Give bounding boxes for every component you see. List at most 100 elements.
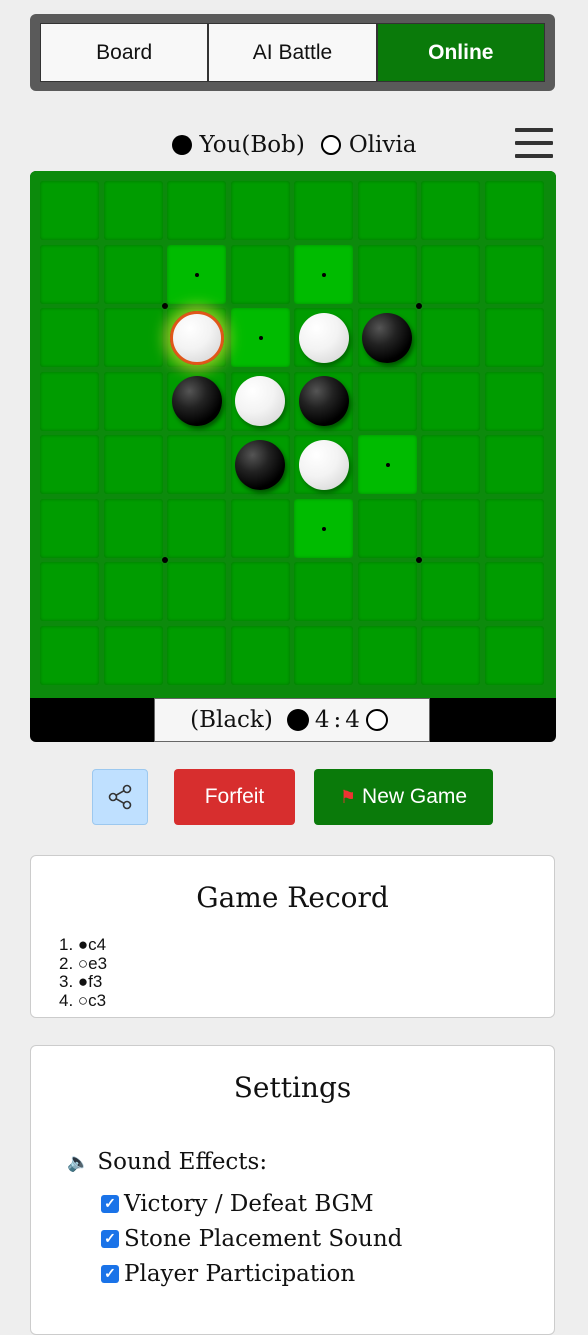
checkbox-stone-sound[interactable]: ✓ <box>101 1229 119 1248</box>
white-stone-icon <box>365 709 388 731</box>
board-cell-f1[interactable] <box>357 181 417 240</box>
white-stone <box>298 439 349 490</box>
black-stone <box>171 376 222 426</box>
option-stone-sound[interactable]: ✓ Stone Placement Sound <box>101 1221 402 1256</box>
mode-tab-bar: Board AI Battle Online <box>30 14 555 91</box>
board-cell-d1[interactable] <box>230 181 290 240</box>
board-cell-g8[interactable] <box>421 625 480 685</box>
tab-online[interactable]: Online <box>376 23 545 82</box>
board-cell-g2[interactable] <box>421 244 480 304</box>
board-cell-a5[interactable] <box>40 435 99 494</box>
new-game-button[interactable]: ⚑ New Game <box>314 769 493 825</box>
board-cell-d7[interactable] <box>230 562 290 621</box>
board-cell-d3[interactable] <box>230 308 290 367</box>
board-cell-e1[interactable] <box>294 181 353 240</box>
sound-effects-label: Sound Effects: <box>97 1149 268 1175</box>
board-cell-f2[interactable] <box>357 244 417 304</box>
black-stone <box>298 376 349 426</box>
option-player-participation[interactable]: ✓ Player Participation <box>101 1256 402 1291</box>
board-cell-g7[interactable] <box>421 562 480 621</box>
new-game-label: New Game <box>362 785 468 808</box>
checkbox-player-participation[interactable]: ✓ <box>101 1264 119 1283</box>
player-white-name: Olivia <box>348 132 417 158</box>
board-cell-g4[interactable] <box>421 371 480 431</box>
black-stone-icon <box>171 135 192 155</box>
game-record-title: Game Record <box>196 881 389 914</box>
board-cell-a4[interactable] <box>40 371 99 431</box>
score-bar: (Black) 4 : 4 <box>154 698 430 742</box>
board-cell-g5[interactable] <box>421 435 480 494</box>
black-stone-icon <box>286 709 309 731</box>
board-cell-e2[interactable] <box>294 244 353 304</box>
tab-ai-battle[interactable]: AI Battle <box>208 23 377 82</box>
board-cell-b7[interactable] <box>103 562 163 621</box>
forfeit-button[interactable]: Forfeit <box>174 769 295 825</box>
settings-panel: Settings 🔈 Sound Effects: ✓ Victory / De… <box>30 1045 555 1335</box>
board-cell-g1[interactable] <box>421 181 480 240</box>
board-cell-f7[interactable] <box>357 562 417 621</box>
board-cell-b1[interactable] <box>103 181 163 240</box>
board-cell-b3[interactable] <box>103 308 163 367</box>
board-cell-b8[interactable] <box>103 625 163 685</box>
legal-move-dot-icon <box>322 526 326 531</box>
board-cell-c7[interactable] <box>167 562 226 621</box>
star-point-icon <box>162 303 168 309</box>
hamburger-menu-icon[interactable] <box>515 128 553 158</box>
legal-move-dot-icon <box>258 336 263 340</box>
board-cell-f8[interactable] <box>357 625 417 685</box>
board-cell-g6[interactable] <box>421 498 480 558</box>
white-score: 4 <box>345 707 360 733</box>
option-victory-bgm[interactable]: ✓ Victory / Defeat BGM <box>101 1186 402 1221</box>
board-cell-d2[interactable] <box>230 244 290 304</box>
board-cell-c2[interactable] <box>167 244 226 304</box>
board-cell-b6[interactable] <box>103 498 163 558</box>
board-cell-c5[interactable] <box>167 435 226 494</box>
legal-move-dot-icon <box>322 272 326 277</box>
board-cell-a2[interactable] <box>40 244 99 304</box>
board-cell-b5[interactable] <box>103 435 163 494</box>
board-cell-a6[interactable] <box>40 498 99 558</box>
othello-board <box>30 171 556 698</box>
board-cell-f6[interactable] <box>357 498 417 558</box>
board-cell-c6[interactable] <box>167 498 226 558</box>
board-cell-e7[interactable] <box>294 562 353 621</box>
board-cell-a8[interactable] <box>40 625 99 685</box>
player-black: You(Bob) <box>171 132 305 158</box>
board-cell-a7[interactable] <box>40 562 99 621</box>
board-cell-d8[interactable] <box>230 625 290 685</box>
share-button[interactable] <box>92 769 148 825</box>
sound-effects-heading: 🔈 Sound Effects: <box>67 1149 267 1175</box>
board-cell-h4[interactable] <box>484 371 544 431</box>
board-cell-c1[interactable] <box>167 181 226 240</box>
white-stone-icon <box>320 135 341 155</box>
white-stone <box>298 312 349 363</box>
board-cell-h1[interactable] <box>484 181 544 240</box>
board-cell-h7[interactable] <box>484 562 544 621</box>
board-cell-f4[interactable] <box>357 371 417 431</box>
flag-icon: ⚑ <box>339 786 357 807</box>
board-cell-h3[interactable] <box>484 308 544 367</box>
board-cell-c8[interactable] <box>167 625 226 685</box>
board-cell-b2[interactable] <box>103 244 163 304</box>
star-point-icon <box>416 303 422 309</box>
board-cell-h5[interactable] <box>484 435 544 494</box>
forfeit-label: Forfeit <box>204 785 265 808</box>
board-cell-e6[interactable] <box>294 498 353 558</box>
checkbox-victory-bgm[interactable]: ✓ <box>101 1194 119 1213</box>
board-cell-a1[interactable] <box>40 181 99 240</box>
board-cell-g3[interactable] <box>421 308 480 367</box>
black-stone <box>235 439 285 490</box>
game-record-panel: Game Record 1. ●c4 2. ○e3 3. ●f3 4. ○c3 <box>30 855 555 1018</box>
star-point-icon <box>416 557 422 563</box>
board-cell-e8[interactable] <box>294 625 353 685</box>
board-cell-h2[interactable] <box>484 244 544 304</box>
board-cell-d6[interactable] <box>230 498 290 558</box>
list-item: 3. ●f3 <box>59 972 103 991</box>
board-cell-b4[interactable] <box>103 371 163 431</box>
tab-board[interactable]: Board <box>40 23 209 82</box>
board-cell-h8[interactable] <box>484 625 544 685</box>
board-cell-f5[interactable] <box>357 435 417 494</box>
board-cell-h6[interactable] <box>484 498 544 558</box>
score-separator: : <box>333 707 342 733</box>
board-cell-a3[interactable] <box>40 308 99 367</box>
